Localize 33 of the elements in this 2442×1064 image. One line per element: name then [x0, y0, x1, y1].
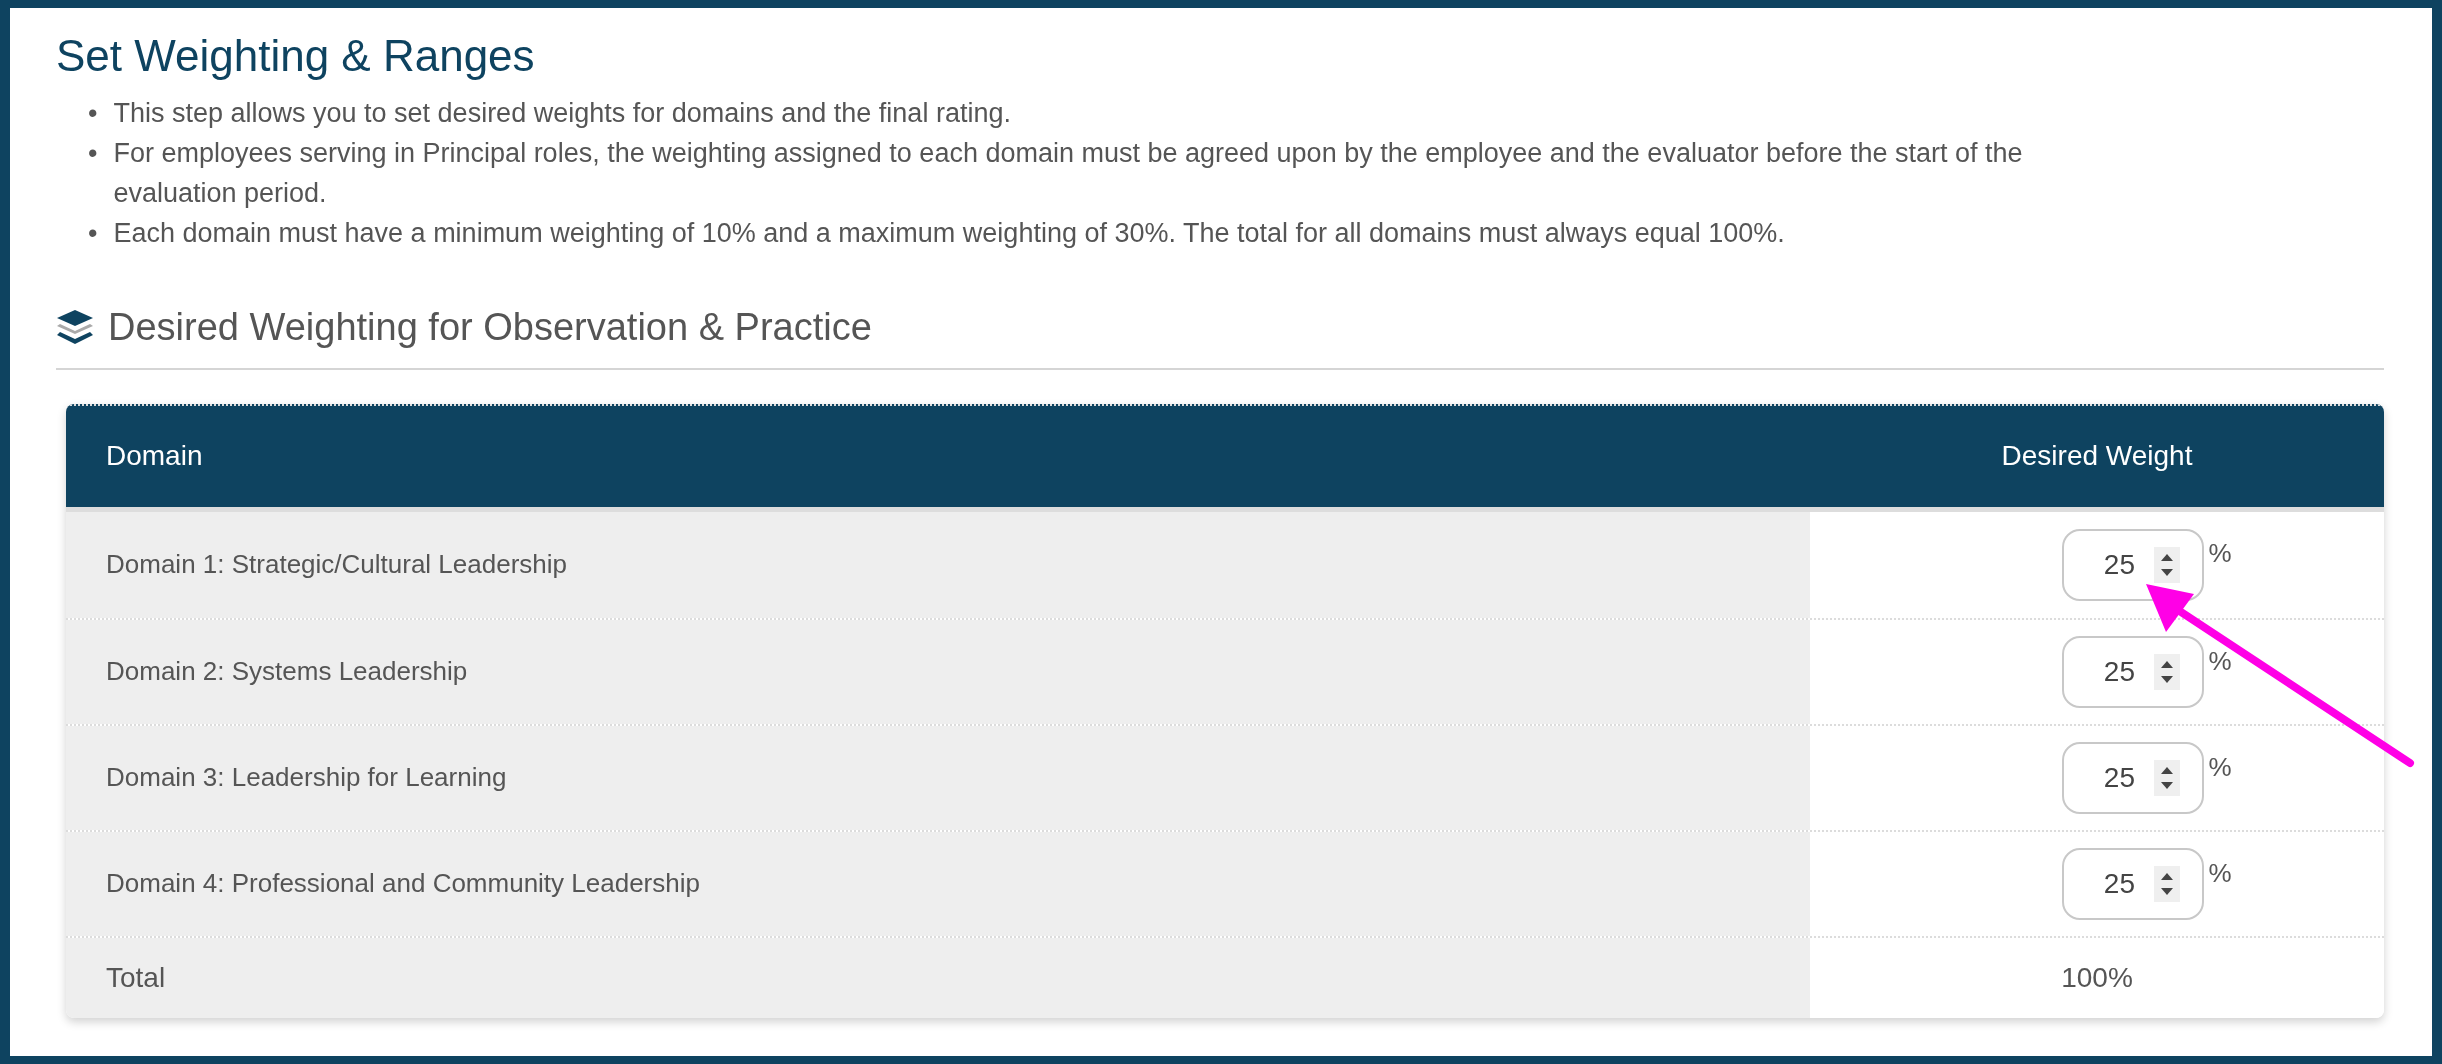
section-title: Desired Weighting for Observation & Practice [108, 304, 872, 350]
spinner-icon[interactable] [2154, 759, 2181, 796]
bullet-text: Each domain must have a minimum weighting of 10% and a maximum weighting of 30%. The total for all domains must always equal 100%. [113, 216, 1785, 250]
page-title: Set Weighting & Ranges [56, 30, 536, 82]
number-field[interactable]: 25 [2062, 528, 2205, 601]
bullet-text: This step allows you to set desired weights for domains and the final rating. [113, 96, 1011, 130]
domain-label: Domain 2: Systems Leadership [106, 655, 468, 689]
number-field[interactable]: 25 [2062, 847, 2205, 920]
bullet-text: For employees serving in Principal roles, the weighting assigned to each domain must be agreed upon by the employee and the evaluator before the start of the evaluation period. [113, 136, 2024, 210]
total-label: Total [106, 960, 166, 995]
domain-label: Domain 3: Leadership for Learning [106, 761, 507, 795]
number-input[interactable]: 25 [2084, 543, 2155, 586]
number-input[interactable]: 25 [2084, 756, 2155, 799]
number-input[interactable]: 25 [2084, 650, 2155, 693]
column-header: Domain [106, 439, 203, 474]
domain-label: Domain 1: Strategic/Cultural Leadership [106, 548, 568, 582]
column-header: Desired Weight [2001, 439, 2193, 474]
spinner-icon[interactable] [2154, 865, 2181, 902]
bullet-marker: • [88, 216, 98, 250]
number-field[interactable]: 25 [2062, 635, 2205, 708]
bullet-marker: • [88, 96, 98, 130]
percent-sign: % [2208, 750, 2232, 784]
total-value: 100% [2061, 960, 2133, 995]
spinner-icon[interactable] [2154, 653, 2181, 690]
number-field[interactable]: 25 [2062, 741, 2205, 814]
percent-sign: % [2208, 856, 2232, 890]
spinner-icon[interactable] [2154, 546, 2181, 583]
percent-sign: % [2208, 536, 2232, 570]
percent-sign: % [2208, 644, 2232, 678]
layers-icon [56, 309, 94, 346]
number-input[interactable]: 25 [2084, 862, 2155, 905]
bullet-marker: • [88, 136, 98, 170]
domain-label: Domain 4: Professional and Community Leadership [106, 867, 700, 901]
